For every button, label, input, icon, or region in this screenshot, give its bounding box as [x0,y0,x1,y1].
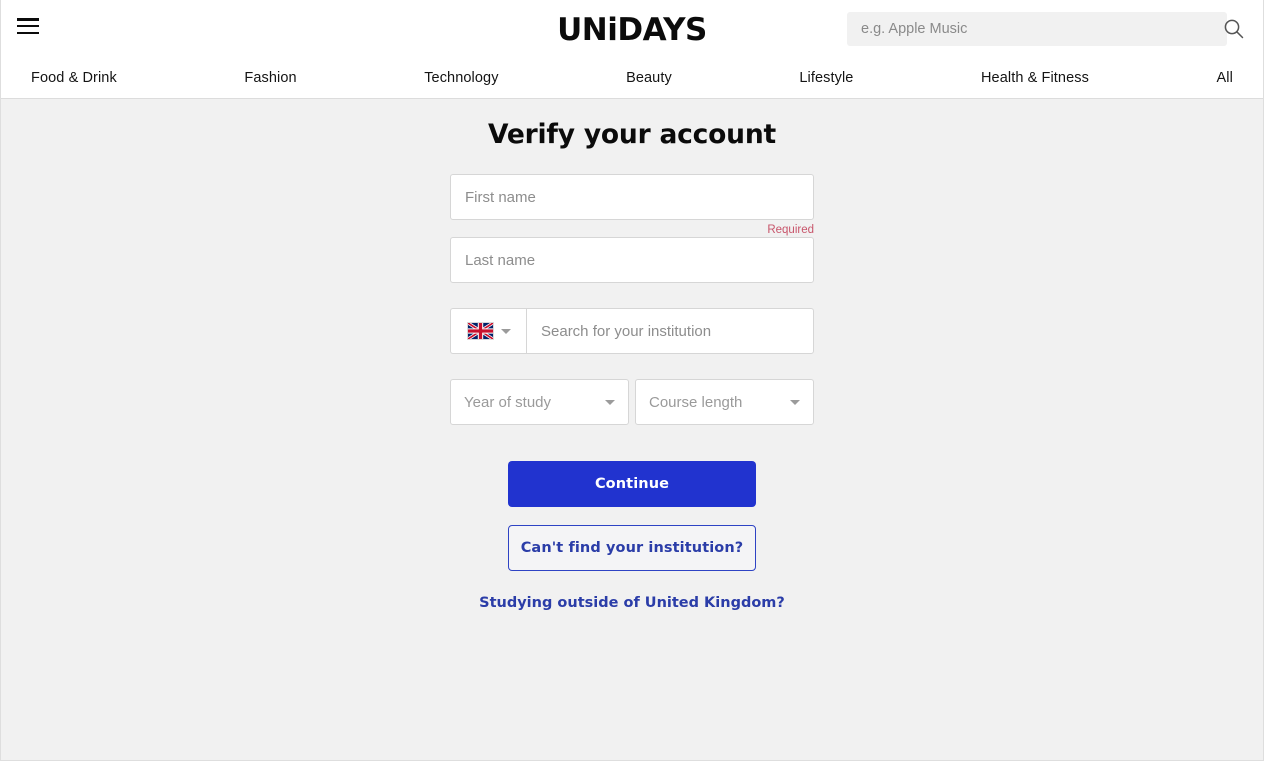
category-nav: Food & Drink Fashion Technology Beauty L… [1,59,1263,99]
chevron-down-icon [500,328,511,334]
unidays-logo[interactable]: UNiDAYS [557,13,707,47]
nav-item-food-and-drink[interactable]: Food & Drink [31,70,117,86]
nav-item-all[interactable]: All [1217,70,1233,86]
hamburger-bar [17,24,39,28]
verify-account-form: Required [450,150,814,611]
course-length-label: Course length [649,393,743,411]
page-title: Verify your account [488,119,776,150]
country-select[interactable] [450,308,526,354]
form-actions: Continue Can't find your institution? St… [450,425,814,611]
nav-item-technology[interactable]: Technology [424,70,498,86]
studying-outside-link[interactable]: Studying outside of United Kingdom? [450,595,814,611]
continue-button[interactable]: Continue [508,461,756,507]
nav-item-fashion[interactable]: Fashion [244,70,296,86]
year-of-study-label: Year of study [464,393,552,411]
page-root: UNiDAYS Food & Drink Fashion Technology … [0,0,1264,761]
site-header: UNiDAYS [1,0,1263,59]
uk-flag-icon [466,322,494,340]
search-icon[interactable] [1223,18,1245,40]
course-length-select[interactable]: Course length [635,379,814,425]
institution-field[interactable] [526,308,814,354]
main-content: Verify your account Required [1,99,1263,760]
last-name-field[interactable] [450,237,814,283]
first-name-field[interactable] [450,174,814,220]
last-name-input[interactable] [451,238,813,282]
study-selects-row: Year of study Course length [450,379,814,425]
category-nav-list: Food & Drink Fashion Technology Beauty L… [31,59,1233,97]
year-of-study-select[interactable]: Year of study [450,379,629,425]
hamburger-menu-icon[interactable] [17,18,39,34]
institution-input[interactable] [527,309,813,353]
nav-item-beauty[interactable]: Beauty [626,70,672,86]
search-input[interactable] [847,12,1187,46]
hamburger-bar [17,18,39,21]
cant-find-institution-button[interactable]: Can't find your institution? [508,525,756,571]
first-name-error: Required [767,224,814,236]
hamburger-bar [17,31,39,34]
site-search [847,12,1244,46]
nav-item-health-and-fitness[interactable]: Health & Fitness [981,70,1089,86]
chevron-down-icon [790,399,800,405]
institution-row [450,308,814,354]
nav-item-lifestyle[interactable]: Lifestyle [799,70,853,86]
first-name-input[interactable] [451,175,813,219]
chevron-down-icon [605,399,615,405]
